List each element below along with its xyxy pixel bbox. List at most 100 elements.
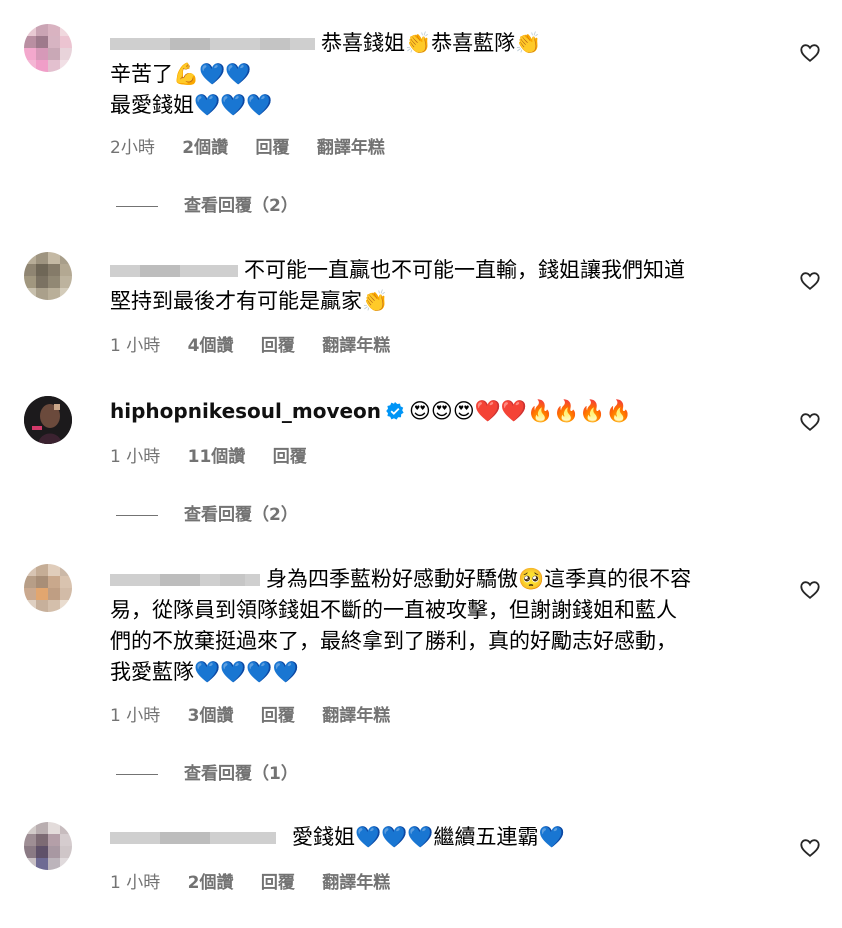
avatar-pixel [36,576,48,588]
avatar-pixel [24,846,36,858]
avatar[interactable] [24,564,72,612]
avatar[interactable] [24,24,72,72]
avatar-pixel [24,858,36,870]
avatar-pixel [36,60,48,72]
username-blurred[interactable] [110,35,315,53]
avatar-pixel [24,252,36,264]
heart-icon[interactable] [799,411,821,433]
avatar[interactable] [24,822,72,870]
comment-body: 愛錢姐💙💙💙繼續五連霸💙 [110,822,780,853]
avatar-pixel [48,60,60,72]
avatar-pixel [60,288,72,300]
view-replies-button[interactable]: 查看回覆（2） [116,500,298,525]
heart-icon[interactable] [799,579,821,601]
avatar-pixel [24,564,36,576]
timestamp: 1 小時 [110,706,161,726]
avatar-pixel [48,822,60,834]
avatar-pixel [48,834,60,846]
view-replies-button[interactable]: 查看回覆（1） [116,759,298,784]
avatar-pixel [48,48,60,60]
username[interactable]: hiphopnikesoul_moveon [110,399,381,423]
like-count[interactable]: 2個讚 [188,873,234,893]
avatar-pixel [48,276,60,288]
reply-button[interactable]: 回覆 [273,447,307,467]
avatar-pixel [60,252,72,264]
heart-icon[interactable] [799,837,821,859]
reply-button[interactable]: 回覆 [261,873,295,893]
avatar-pixel [24,588,36,600]
avatar-pixel [60,834,72,846]
comment-body: 不可能一直贏也不可能一直輸，錢姐讓我們知道 堅持到最後才有可能是贏家👏 [110,255,780,317]
avatar-pixel [24,48,36,60]
avatar-pixel [24,288,36,300]
avatar-pixel [60,36,72,48]
comment-body: hiphopnikesoul_moveon 😍😍😍❤️❤️🔥🔥🔥🔥 [110,396,780,427]
comment-meta: 1 小時 3個讚 回覆 翻譯年糕 [110,701,412,726]
like-count[interactable]: 2個讚 [182,138,228,158]
avatar-pixel [60,822,72,834]
avatar-pixel [60,858,72,870]
avatar-pixel [36,264,48,276]
translate-button[interactable]: 翻譯年糕 [317,138,385,158]
avatar-pixel [36,600,48,612]
heart-icon[interactable] [799,42,821,64]
divider [116,773,158,775]
avatar-pixel [60,576,72,588]
view-replies-button[interactable]: 查看回覆（2） [116,191,298,216]
timestamp: 1 小時 [110,447,161,467]
avatar-pixel [24,600,36,612]
avatar[interactable] [24,252,72,300]
translate-button[interactable]: 翻譯年糕 [322,336,390,356]
avatar-pixel [48,36,60,48]
reply-button[interactable]: 回覆 [261,706,295,726]
avatar-pixel [36,288,48,300]
verified-badge-icon [386,402,404,420]
reply-button[interactable]: 回覆 [261,336,295,356]
avatar-pixel [36,858,48,870]
avatar-pixel [60,588,72,600]
avatar-pixel [60,846,72,858]
like-count[interactable]: 4個讚 [188,336,234,356]
avatar-pixel [48,858,60,870]
avatar-pixel [60,264,72,276]
avatar-pixel [36,834,48,846]
translate-button[interactable]: 翻譯年糕 [322,706,390,726]
avatar-pixel [36,24,48,36]
like-count[interactable]: 11個讚 [188,447,246,467]
avatar-pixel [48,588,60,600]
avatar-pixel [48,564,60,576]
username-blurred[interactable] [110,571,260,589]
translate-button[interactable]: 翻譯年糕 [322,873,390,893]
avatar-pixel [24,24,36,36]
avatar-pixel [24,822,36,834]
avatar-pixel [48,600,60,612]
username-blurred[interactable] [110,829,276,847]
avatar-pixel [24,576,36,588]
avatar-pixel [24,36,36,48]
avatar-pixel [36,48,48,60]
avatar-pixel [60,564,72,576]
comment-meta: 1 小時 11個讚 回覆 [110,442,329,467]
avatar-pixel [60,60,72,72]
avatar-pixel [24,264,36,276]
avatar-photo [24,396,72,444]
like-count[interactable]: 3個讚 [188,706,234,726]
avatar[interactable] [24,396,72,444]
avatar-pixel [48,24,60,36]
reply-button[interactable]: 回覆 [255,138,289,158]
divider [116,514,158,516]
comment-body: 恭喜錢姐👏恭喜藍隊👏 辛苦了💪💙💙 最愛錢姐💙💙💙 [110,28,780,121]
comment-meta: 1 小時 4個讚 回覆 翻譯年糕 [110,331,412,356]
avatar-pixel [36,588,48,600]
avatar-pixel [36,36,48,48]
avatar-pixel [60,48,72,60]
heart-icon[interactable] [799,270,821,292]
comment-text: 😍😍😍❤️❤️🔥🔥🔥🔥 [409,399,632,423]
avatar-pixel [60,600,72,612]
comment-meta: 1 小時 2個讚 回覆 翻譯年糕 [110,868,412,893]
timestamp: 1 小時 [110,336,161,356]
username-blurred[interactable] [110,262,238,280]
timestamp: 2小時 [110,138,155,158]
avatar-pixel [60,276,72,288]
avatar-pixel [24,60,36,72]
